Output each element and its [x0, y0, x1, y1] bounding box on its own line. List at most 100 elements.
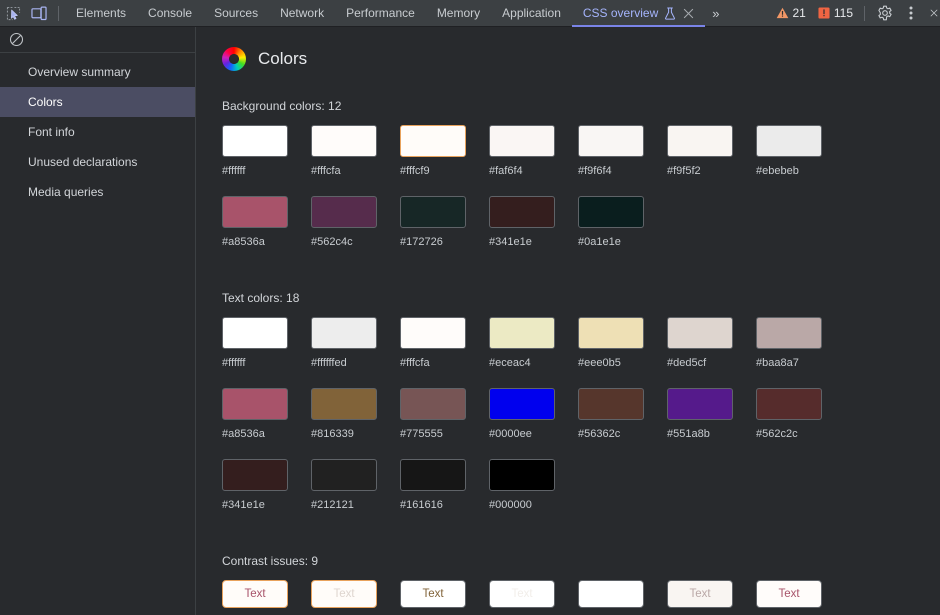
text-color-swatch[interactable]	[400, 459, 466, 491]
device-toolbar-icon[interactable]	[26, 0, 52, 26]
contrast-sample-swatch[interactable]: Text	[222, 580, 288, 608]
contrast-issue-card[interactable]: TextAAAAA	[222, 580, 311, 615]
tab-network[interactable]: Network	[269, 0, 335, 27]
sidebar-item-font-info[interactable]: Font info	[0, 117, 195, 147]
background-color-swatch[interactable]	[311, 125, 377, 157]
text-color-swatch[interactable]	[756, 388, 822, 420]
text-color-swatch[interactable]	[489, 317, 555, 349]
tab-elements[interactable]: Elements	[65, 0, 137, 27]
contrast-sample-swatch[interactable]: Text	[489, 580, 555, 608]
background-color-hex-label: #f9f5f2	[667, 165, 701, 177]
background-color-swatch[interactable]	[489, 196, 555, 228]
toolbar-right-group: 21 115	[770, 0, 940, 27]
text-color-swatch[interactable]	[311, 388, 377, 420]
contrast-sample-swatch[interactable]: Text	[311, 580, 377, 608]
error-message-icon	[818, 7, 830, 19]
sidebar-item-overview-summary[interactable]: Overview summary	[0, 57, 195, 87]
text-color-hex-label: #0000ee	[489, 428, 532, 440]
text-color-swatch[interactable]	[578, 388, 644, 420]
text-color-swatch[interactable]	[222, 388, 288, 420]
contrast-issue-card[interactable]: TextAAAAA	[311, 580, 400, 615]
close-devtools-icon[interactable]	[924, 0, 938, 26]
background-color-swatch[interactable]	[400, 196, 466, 228]
text-color-swatch[interactable]	[400, 317, 466, 349]
tab-sources[interactable]: Sources	[203, 0, 269, 27]
tab-label: CSS overview	[582, 6, 659, 20]
text-color-swatch[interactable]	[222, 459, 288, 491]
contrast-issue-card[interactable]: TextAAAAA	[667, 580, 756, 615]
contrast-sample-swatch[interactable]: Text	[756, 580, 822, 608]
background-color-cell: #f9f6f4	[578, 125, 667, 177]
contrast-issue-card[interactable]: TextAAAAA	[756, 580, 845, 615]
gear-icon[interactable]	[872, 0, 898, 26]
tab-css-overview[interactable]: CSS overview	[571, 0, 706, 27]
text-color-hex-label: #161616	[400, 499, 443, 511]
inspect-cursor-icon[interactable]	[0, 0, 26, 26]
text-colors-grid: #ffffff #ffffffed #fffcfa #eceac4 #eee0b5 #de…	[222, 317, 922, 530]
contrast-sample-swatch[interactable]: Text	[578, 580, 644, 608]
background-color-swatch[interactable]	[400, 125, 466, 157]
background-color-swatch[interactable]	[756, 125, 822, 157]
contrast-issue-card[interactable]: TextAAAAA	[400, 580, 489, 615]
warning-triangle-icon	[776, 7, 789, 19]
clear-overview-icon[interactable]	[6, 30, 26, 50]
sidebar-item-label: Overview summary	[28, 65, 131, 79]
contrast-issue-card[interactable]: TextAAAAA	[578, 580, 667, 615]
tab-performance[interactable]: Performance	[335, 0, 426, 27]
kebab-menu-icon[interactable]	[898, 0, 924, 26]
background-color-swatch[interactable]	[311, 196, 377, 228]
text-color-cell: #ded5cf	[667, 317, 756, 369]
text-color-swatch[interactable]	[756, 317, 822, 349]
sidebar-item-unused-declarations[interactable]: Unused declarations	[0, 147, 195, 177]
sidebar-item-media-queries[interactable]: Media queries	[0, 177, 195, 207]
background-color-hex-label: #faf6f4	[489, 165, 523, 177]
contrast-sample-swatch[interactable]: Text	[400, 580, 466, 608]
warning-count-button[interactable]: 21	[770, 6, 812, 20]
close-tab-icon[interactable]	[683, 8, 694, 19]
error-count-button[interactable]: 115	[812, 6, 859, 20]
text-color-hex-label: #341e1e	[222, 499, 265, 511]
tab-label: Elements	[76, 6, 127, 20]
contrast-issues-heading: Contrast issues: 9	[222, 554, 319, 568]
text-color-swatch[interactable]	[400, 388, 466, 420]
warning-count: 21	[792, 6, 806, 20]
text-color-swatch[interactable]	[489, 459, 555, 491]
text-color-swatch[interactable]	[667, 317, 733, 349]
text-color-swatch[interactable]	[222, 317, 288, 349]
text-color-swatch[interactable]	[667, 388, 733, 420]
more-tabs-icon[interactable]: »	[705, 0, 726, 27]
contrast-issue-card[interactable]: TextAAAAA	[489, 580, 578, 615]
text-color-swatch[interactable]	[311, 459, 377, 491]
text-color-hex-label: #eceac4	[489, 357, 531, 369]
background-color-swatch[interactable]	[578, 196, 644, 228]
text-colors-heading: Text colors: 18	[222, 291, 300, 305]
sidebar-item-colors[interactable]: Colors	[0, 87, 195, 117]
background-color-swatch[interactable]	[489, 125, 555, 157]
tab-memory[interactable]: Memory	[426, 0, 491, 27]
text-color-swatch[interactable]	[489, 388, 555, 420]
colors-panel: Colors Background colors: 12 #ffffff #fff…	[196, 27, 940, 615]
background-color-swatch[interactable]	[667, 125, 733, 157]
text-color-cell: #baa8a7	[756, 317, 845, 369]
contrast-sample-swatch[interactable]: Text	[667, 580, 733, 608]
text-color-cell: #ffffffed	[311, 317, 400, 369]
background-color-cell: #fffcfa	[311, 125, 400, 177]
text-color-cell: #161616	[400, 459, 489, 511]
text-color-swatch[interactable]	[578, 317, 644, 349]
tab-label: Performance	[346, 6, 415, 20]
background-color-hex-label: #f9f6f4	[578, 165, 612, 177]
tab-console[interactable]: Console	[137, 0, 203, 27]
background-color-cell: #faf6f4	[489, 125, 578, 177]
background-color-cell: #ebebeb	[756, 125, 845, 177]
text-color-hex-label: #baa8a7	[756, 357, 799, 369]
background-color-swatch[interactable]	[222, 125, 288, 157]
background-colors-heading: Background colors: 12	[222, 99, 342, 113]
background-color-hex-label: #ffffff	[222, 165, 246, 177]
text-color-swatch[interactable]	[311, 317, 377, 349]
text-color-hex-label: #eee0b5	[578, 357, 621, 369]
background-color-swatch[interactable]	[578, 125, 644, 157]
tab-application[interactable]: Application	[491, 0, 572, 27]
text-color-cell: #fffcfa	[400, 317, 489, 369]
text-color-cell: #551a8b	[667, 388, 756, 440]
background-color-swatch[interactable]	[222, 196, 288, 228]
